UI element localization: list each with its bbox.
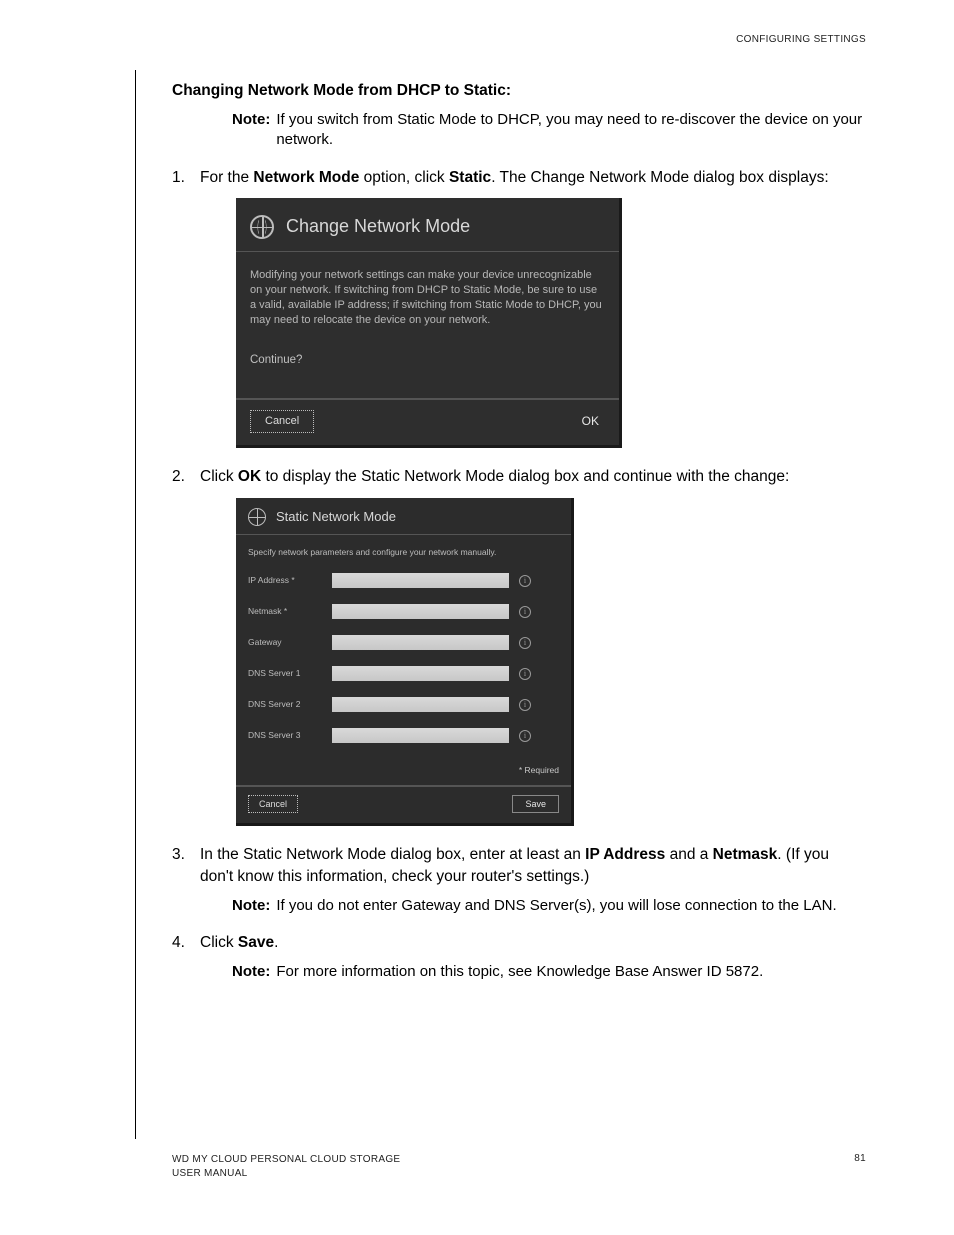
text: . The Change Network Mode dialog box dis… — [491, 169, 828, 186]
info-icon[interactable] — [519, 606, 531, 618]
field-label: DNS Server 2 — [248, 699, 322, 711]
cancel-button[interactable]: Cancel — [250, 410, 314, 433]
dialog-subtitle: Specify network parameters and configure… — [236, 535, 571, 565]
dialog-footer: Cancel OK — [236, 399, 619, 445]
dialog-title: Change Network Mode — [286, 214, 470, 239]
field-label: IP Address * — [248, 575, 322, 587]
page-footer: WD MY CLOUD PERSONAL CLOUD STORAGE USER … — [172, 1153, 866, 1181]
field-label: DNS Server 3 — [248, 730, 322, 742]
step-2: 2. Click OK to display the Static Networ… — [172, 466, 866, 826]
text: Click — [200, 934, 238, 951]
note-label: Note: — [232, 962, 270, 982]
bold-text: OK — [238, 468, 261, 485]
step-number: 4. — [172, 932, 185, 954]
dialog-footer: Cancel Save — [236, 786, 571, 824]
field-label: Netmask * — [248, 606, 322, 618]
info-icon[interactable] — [519, 699, 531, 711]
info-icon[interactable] — [519, 730, 531, 742]
step-number: 3. — [172, 844, 185, 866]
bold-text: Static — [449, 169, 491, 186]
page-number: 81 — [854, 1153, 866, 1164]
field-label: DNS Server 1 — [248, 668, 322, 680]
dialog-title: Static Network Mode — [276, 508, 396, 526]
globe-icon — [250, 215, 274, 239]
required-note: * Required — [236, 765, 571, 785]
bold-text: Save — [238, 934, 274, 951]
gateway-input[interactable] — [332, 635, 509, 650]
field-label: Gateway — [248, 637, 322, 649]
static-network-mode-dialog: Static Network Mode Specify network para… — [236, 498, 574, 827]
field-row-gateway: Gateway — [248, 635, 559, 650]
text: Click — [200, 468, 238, 485]
text: and a — [665, 846, 712, 863]
vertical-rule — [135, 70, 136, 1139]
bold-text: IP Address — [585, 846, 665, 863]
info-icon[interactable] — [519, 637, 531, 649]
note-2: Note: If you do not enter Gateway and DN… — [232, 896, 866, 916]
field-row-ip: IP Address * — [248, 573, 559, 588]
ok-button[interactable]: OK — [582, 413, 605, 430]
field-row-dns2: DNS Server 2 — [248, 697, 559, 712]
info-icon[interactable] — [519, 668, 531, 680]
dns1-input[interactable] — [332, 666, 509, 681]
step-number: 2. — [172, 466, 185, 488]
note-label: Note: — [232, 110, 270, 151]
note-text: For more information on this topic, see … — [276, 962, 866, 982]
field-row-netmask: Netmask * — [248, 604, 559, 619]
save-button[interactable]: Save — [512, 795, 559, 814]
footer-line2: USER MANUAL — [172, 1167, 400, 1181]
field-row-dns3: DNS Server 3 — [248, 728, 559, 743]
page-content: Changing Network Mode from DHCP to Stati… — [172, 82, 866, 998]
step-1: 1. For the Network Mode option, click St… — [172, 167, 866, 449]
bold-text: Netmask — [713, 846, 778, 863]
text: to display the Static Network Mode dialo… — [261, 468, 789, 485]
dns3-input[interactable] — [332, 728, 509, 743]
text: . — [274, 934, 278, 951]
field-row-dns1: DNS Server 1 — [248, 666, 559, 681]
header-section: CONFIGURING SETTINGS — [736, 34, 866, 45]
note-1: Note: If you switch from Static Mode to … — [232, 110, 866, 151]
dialog-body-text: Modifying your network settings can make… — [236, 252, 619, 331]
dialog-continue-text: Continue? — [236, 332, 619, 398]
step-number: 1. — [172, 167, 185, 189]
cancel-button[interactable]: Cancel — [248, 795, 298, 814]
dialog-header: Static Network Mode — [236, 498, 571, 534]
dns2-input[interactable] — [332, 697, 509, 712]
note-text: If you switch from Static Mode to DHCP, … — [276, 110, 866, 151]
change-network-mode-dialog: Change Network Mode Modifying your netwo… — [236, 198, 622, 448]
info-icon[interactable] — [519, 575, 531, 587]
text: option, click — [359, 169, 449, 186]
footer-line1: WD MY CLOUD PERSONAL CLOUD STORAGE — [172, 1153, 400, 1167]
note-text: If you do not enter Gateway and DNS Serv… — [276, 896, 866, 916]
step-3: 3. In the Static Network Mode dialog box… — [172, 844, 866, 916]
bold-text: Network Mode — [253, 169, 359, 186]
ip-address-input[interactable] — [332, 573, 509, 588]
note-label: Note: — [232, 896, 270, 916]
footer-left: WD MY CLOUD PERSONAL CLOUD STORAGE USER … — [172, 1153, 400, 1181]
form-fields: IP Address * Netmask * Gateway — [236, 565, 571, 765]
dialog-header: Change Network Mode — [236, 198, 619, 251]
step-4: 4. Click Save. Note: For more informatio… — [172, 932, 866, 982]
text: In the Static Network Mode dialog box, e… — [200, 846, 585, 863]
netmask-input[interactable] — [332, 604, 509, 619]
globe-icon — [248, 508, 266, 526]
section-title: Changing Network Mode from DHCP to Stati… — [172, 82, 866, 100]
text: For the — [200, 169, 253, 186]
note-3: Note: For more information on this topic… — [232, 962, 866, 982]
